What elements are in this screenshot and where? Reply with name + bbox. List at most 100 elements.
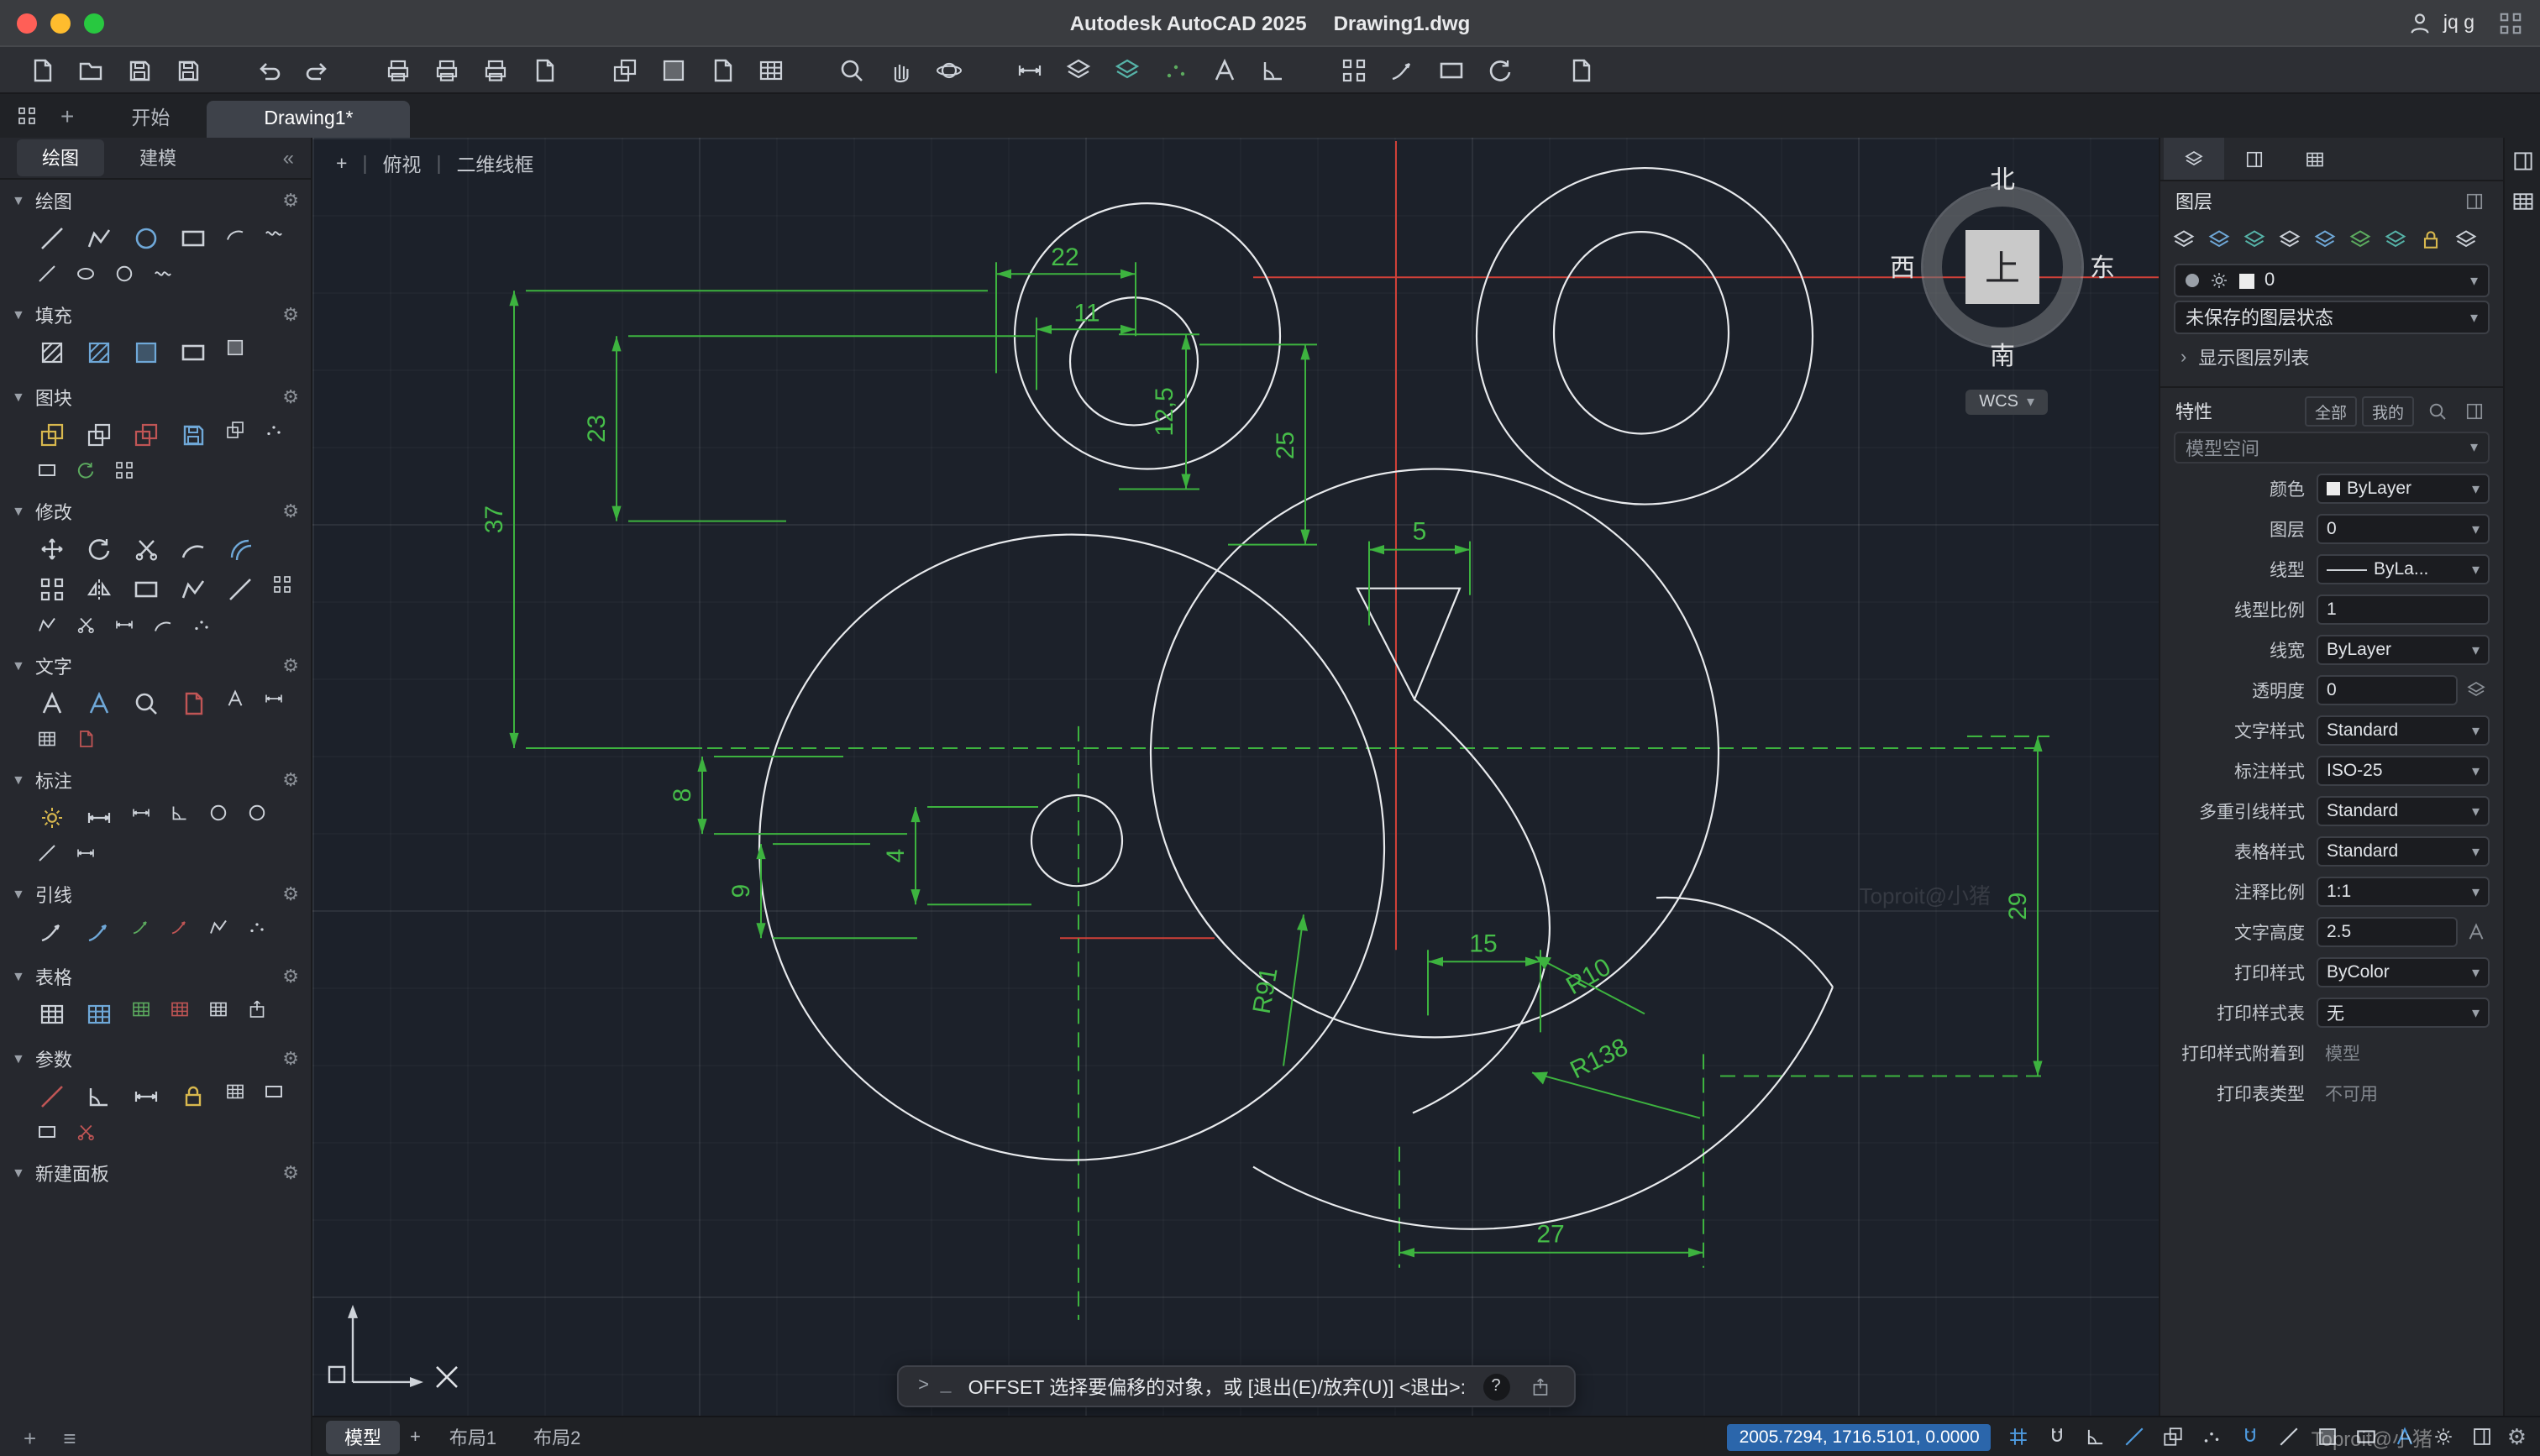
section-hatch-header[interactable]: ▼ 填充 ⚙ xyxy=(12,297,299,333)
remove-leader-icon[interactable] xyxy=(166,914,193,940)
layer-unlock-icon[interactable] xyxy=(2380,225,2411,255)
object-snap-tracking-icon[interactable] xyxy=(2198,1423,2225,1450)
layer-freeze-icon[interactable] xyxy=(2275,225,2305,255)
break-tool-icon[interactable] xyxy=(72,611,99,638)
layout1-tab[interactable]: 布局1 xyxy=(431,1420,515,1453)
viewcube[interactable]: 上 北 南 西 东 xyxy=(1890,166,2115,371)
sync-attributes-icon[interactable] xyxy=(72,457,99,484)
add-panel-icon[interactable]: + xyxy=(24,1425,36,1450)
section-parametric-header[interactable]: ▼ 参数 ⚙ xyxy=(12,1041,299,1076)
section-draw-header[interactable]: ▼ 绘图 ⚙ xyxy=(12,183,299,218)
auto-constrain-icon[interactable] xyxy=(81,1078,116,1113)
collect-leaders-icon[interactable] xyxy=(244,914,270,940)
explode-tool-icon[interactable] xyxy=(269,571,296,598)
viewcube-east-label[interactable]: 东 xyxy=(2090,249,2115,285)
viewport-visual-style-control[interactable]: 二维线框 xyxy=(456,151,533,178)
gear-icon[interactable]: ⚙ xyxy=(282,769,299,791)
mleader-style-select[interactable]: Standard ▾ xyxy=(2317,796,2490,826)
ortho-mode-icon[interactable] xyxy=(2082,1423,2109,1450)
insert-rows-icon[interactable] xyxy=(128,996,155,1023)
align-tool-icon[interactable] xyxy=(150,611,176,638)
layer-properties-icon[interactable] xyxy=(1063,55,1094,85)
circle-tool-icon[interactable] xyxy=(128,220,163,255)
show-layer-list[interactable]: › 显示图层列表 xyxy=(2160,334,2503,381)
delete-constraint-icon[interactable] xyxy=(72,1118,99,1145)
multileader-tool-icon[interactable] xyxy=(34,914,69,949)
transparency-picker-icon[interactable] xyxy=(2463,680,2490,700)
join-tool-icon[interactable] xyxy=(34,611,60,638)
radius-dim-icon[interactable] xyxy=(205,799,232,826)
snap-mode-icon[interactable] xyxy=(2044,1423,2070,1450)
sync-settings-icon[interactable] xyxy=(1485,55,1515,85)
polyline-tool-icon[interactable] xyxy=(81,220,116,255)
zoom-button[interactable] xyxy=(84,13,104,33)
geometric-constraint-icon[interactable] xyxy=(34,1078,69,1113)
grid-display-icon[interactable] xyxy=(2005,1423,2032,1450)
trim-tool-icon[interactable] xyxy=(128,531,163,566)
text-height-input[interactable]: 2.5 xyxy=(2317,917,2458,947)
layer-on-icon[interactable] xyxy=(2209,270,2229,291)
polar-tracking-icon[interactable] xyxy=(2121,1423,2148,1450)
gear-icon[interactable]: ⚙ xyxy=(282,304,299,326)
panel-menu-icon[interactable]: ≡ xyxy=(63,1425,76,1450)
palette-tab-model[interactable]: 建模 xyxy=(114,139,202,176)
diameter-dim-icon[interactable] xyxy=(244,799,270,826)
text-justify-icon[interactable] xyxy=(34,725,60,752)
viewport-controls-icon[interactable]: + xyxy=(336,155,347,175)
text-style-select[interactable]: Standard ▾ xyxy=(2317,715,2490,746)
attach-image-icon[interactable] xyxy=(659,55,689,85)
boundary-tool-icon[interactable] xyxy=(175,334,210,369)
block-attribute-icon[interactable] xyxy=(222,416,249,443)
palette-collapse-icon[interactable]: « xyxy=(283,146,294,170)
layout2-tab[interactable]: 布局2 xyxy=(515,1420,599,1453)
lineweight-display-icon[interactable] xyxy=(2275,1423,2302,1450)
arc-tool-icon[interactable] xyxy=(222,220,249,247)
open-folder-icon[interactable] xyxy=(76,55,106,85)
text-scale-icon[interactable] xyxy=(260,685,287,712)
palette-tab-draw[interactable]: 绘图 xyxy=(17,139,104,176)
line-tool-icon[interactable] xyxy=(34,220,69,255)
table-style-select[interactable]: Standard ▾ xyxy=(2317,836,2490,867)
panel-tab-properties[interactable] xyxy=(2224,138,2285,180)
xline-tool-icon[interactable] xyxy=(34,260,60,287)
revision-cloud-icon[interactable] xyxy=(150,260,176,287)
send-feedback-icon[interactable] xyxy=(1388,55,1418,85)
command-line[interactable]: > _ OFFSET 选择要偏移的对象，或 [退出(E)/放弃(U)] <退出>… xyxy=(895,1365,1576,1407)
table-tool-icon[interactable] xyxy=(34,996,69,1031)
insert-block-icon[interactable] xyxy=(34,416,69,452)
ellipse-tool-icon[interactable] xyxy=(72,260,99,287)
mtext-tool-icon[interactable] xyxy=(34,685,69,720)
merge-cells-icon[interactable] xyxy=(205,996,232,1023)
section-leader-header[interactable]: ▼ 引线 ⚙ xyxy=(12,877,299,912)
linetype-scale-input[interactable]: 1 xyxy=(2317,594,2490,625)
annotation-visibility-icon[interactable] xyxy=(2430,1423,2457,1450)
redo-icon[interactable] xyxy=(302,55,333,85)
lineweight-select[interactable]: ByLayer ▾ xyxy=(2317,635,2490,665)
aligned-dim-icon[interactable] xyxy=(128,799,155,826)
add-leader-icon[interactable] xyxy=(128,914,155,940)
ordinate-dim-icon[interactable] xyxy=(34,840,60,867)
batch-plot-icon[interactable] xyxy=(529,55,559,85)
measure-icon[interactable] xyxy=(1015,55,1045,85)
print-icon[interactable] xyxy=(383,55,413,85)
attach-reference-icon[interactable] xyxy=(610,55,640,85)
viewcube-top-face[interactable]: 上 xyxy=(1965,230,2039,304)
block-editor-icon[interactable] xyxy=(34,457,60,484)
edit-block-icon[interactable] xyxy=(128,416,163,452)
spell-check-icon[interactable] xyxy=(222,685,249,712)
layer-color-swatch[interactable] xyxy=(2239,273,2254,288)
tab-overview-icon[interactable] xyxy=(13,102,40,129)
annotation-tools-icon[interactable] xyxy=(1210,55,1240,85)
create-block-icon[interactable] xyxy=(81,416,116,452)
customization-gear-icon[interactable]: ⚙ xyxy=(2507,1423,2527,1450)
layer-select[interactable]: 0 ▾ xyxy=(2317,514,2490,544)
gradient-tool-icon[interactable] xyxy=(128,334,163,369)
fillet-tool-icon[interactable] xyxy=(175,531,210,566)
dim-style-select[interactable]: ISO-25 ▾ xyxy=(2317,756,2490,786)
transparency-input[interactable]: 0 xyxy=(2317,675,2458,705)
orbit-icon[interactable] xyxy=(934,55,964,85)
viewport-view-control[interactable]: 俯视 xyxy=(382,151,421,178)
display-settings-icon[interactable] xyxy=(1436,55,1467,85)
plot-style-select[interactable]: ByColor ▾ xyxy=(2317,957,2490,987)
hide-constraints-icon[interactable] xyxy=(34,1118,60,1145)
